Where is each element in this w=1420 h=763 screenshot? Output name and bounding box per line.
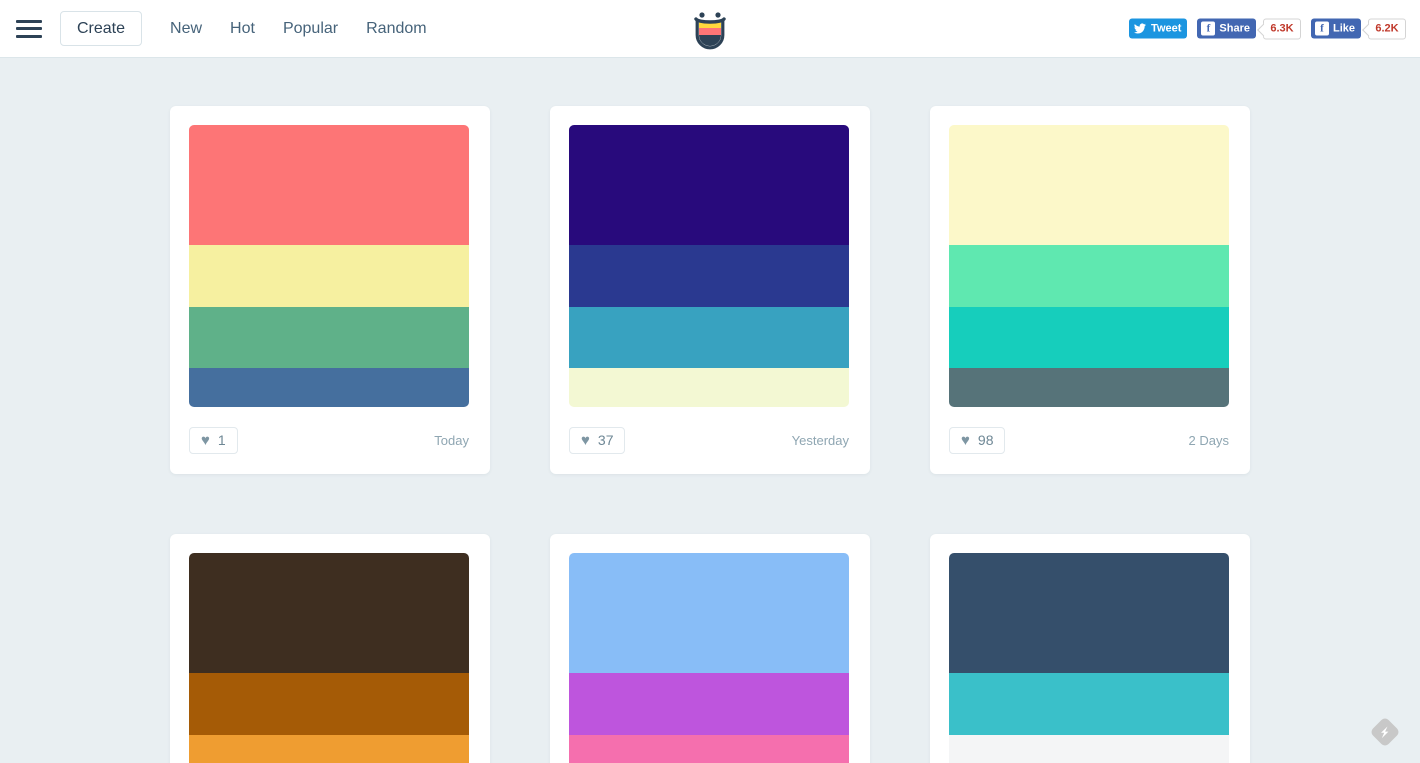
palette-swatch[interactable] [189,245,469,307]
palette-swatch[interactable] [949,368,1229,407]
palette-swatch[interactable] [189,307,469,368]
coolors-logo-icon[interactable] [687,6,733,52]
like-button[interactable]: ♥ 98 [949,426,1006,454]
like-label: Like [1332,22,1355,35]
palette-swatch[interactable] [569,307,849,368]
palette-card-footer: ♥ 37 Yesterday [569,425,851,455]
palette-swatches[interactable] [189,125,469,407]
palette-swatch[interactable] [569,735,849,763]
palette-card[interactable] [930,534,1250,763]
palette-swatch[interactable] [189,125,469,245]
share-label: Share [1219,22,1250,35]
create-button[interactable]: Create [60,10,143,47]
palette-time-label: 2 Days [1188,432,1229,448]
share-group: f Share 6.3K [1197,18,1301,39]
primary-nav: New Hot Popular Random [156,14,441,44]
palette-swatches[interactable] [949,553,1229,763]
hamburger-bar [16,19,42,23]
social-buttons: Tweet f Share 6.3K f Like 6.2K [1129,18,1406,39]
tweet-group: Tweet [1129,18,1188,39]
facebook-like-button[interactable]: f Like [1310,18,1361,39]
palette-grid: ♥ 1 Today ♥ 37 Yesterday ♥ 98 2 Days [0,58,1420,763]
palette-card-footer: ♥ 98 2 Days [949,425,1231,455]
palette-swatch[interactable] [569,553,849,673]
palette-swatch[interactable] [569,125,849,245]
palette-swatch[interactable] [569,245,849,307]
palette-time-label: Today [434,432,469,448]
palette-time-label: Yesterday [791,432,849,448]
feedback-widget-icon[interactable] [1370,717,1400,747]
palette-card[interactable] [550,534,870,763]
like-button[interactable]: ♥ 1 [189,426,238,454]
palette-swatch[interactable] [569,368,849,407]
nav-item-new[interactable]: New [156,14,216,44]
palette-swatch[interactable] [189,673,469,735]
palette-swatch[interactable] [949,735,1229,763]
twitter-bird-icon [1133,22,1147,36]
facebook-f-icon: f [1201,21,1216,36]
like-count: 37 [597,432,614,448]
palette-swatch[interactable] [189,735,469,763]
like-count-bubble: 6.2K [1368,18,1406,39]
heart-icon: ♥ [961,431,970,449]
palette-card-footer: ♥ 1 Today [189,425,471,455]
palette-swatches[interactable] [569,125,849,407]
tweet-button[interactable]: Tweet [1129,18,1188,39]
palette-swatch[interactable] [949,307,1229,368]
facebook-f-icon: f [1314,21,1329,36]
nav-item-random[interactable]: Random [352,14,440,44]
like-count: 1 [217,432,226,448]
like-group: f Like 6.2K [1310,18,1406,39]
palette-swatch[interactable] [949,673,1229,735]
palette-card[interactable]: ♥ 37 Yesterday [550,106,870,474]
facebook-share-button[interactable]: f Share [1197,18,1256,39]
heart-icon: ♥ [201,431,210,449]
share-count-bubble: 6.3K [1262,18,1301,39]
like-button[interactable]: ♥ 37 [569,426,626,454]
palette-swatches[interactable] [189,553,469,763]
heart-icon: ♥ [581,431,590,449]
tweet-label: Tweet [1151,22,1182,35]
palette-swatch[interactable] [189,553,469,673]
palette-swatches[interactable] [569,553,849,763]
palette-swatch[interactable] [569,673,849,735]
hamburger-menu-icon[interactable] [16,19,42,38]
nav-item-hot[interactable]: Hot [216,14,269,44]
hamburger-bar [16,27,42,30]
hamburger-bar [16,34,42,38]
nav-item-popular[interactable]: Popular [269,14,352,44]
palette-swatch[interactable] [189,368,469,407]
palette-card[interactable]: ♥ 1 Today [170,106,490,474]
palette-swatch[interactable] [949,553,1229,673]
palette-card[interactable]: ♥ 98 2 Days [930,106,1250,474]
palette-swatches[interactable] [949,125,1229,407]
like-count: 98 [977,432,994,448]
palette-swatch[interactable] [949,245,1229,307]
palette-card[interactable] [170,534,490,763]
site-header: Create New Hot Popular Random Tweet f Sh… [0,0,1420,58]
palette-swatch[interactable] [949,125,1229,245]
